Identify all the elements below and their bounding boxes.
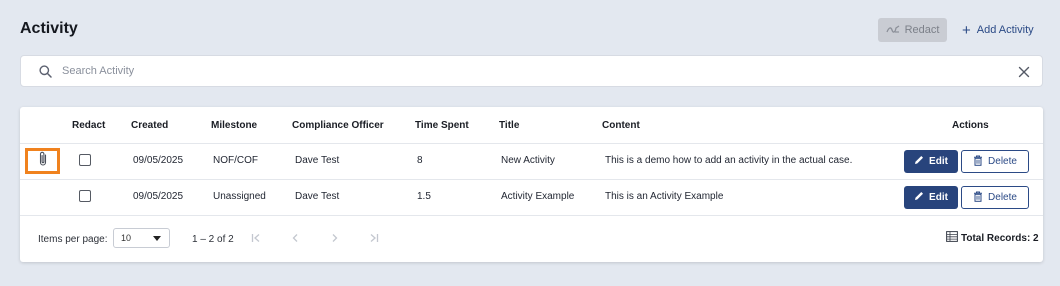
total-records: Total Records: 2 — [946, 231, 1039, 245]
pencil-icon — [914, 191, 924, 204]
page-title: Activity — [20, 20, 78, 37]
title-cell: Activity Example — [501, 191, 575, 202]
add-activity-button[interactable]: + Add Activity — [962, 18, 1034, 42]
items-per-page-value: 10 — [121, 233, 132, 243]
close-icon[interactable] — [1018, 65, 1030, 78]
content-cell: This is an Activity Example — [605, 191, 724, 202]
time-spent-cell: 1.5 — [417, 191, 431, 202]
add-activity-label: Add Activity — [976, 24, 1034, 36]
edit-label: Edit — [929, 156, 948, 167]
page-range: 1 – 2 of 2 — [192, 234, 234, 245]
milestone-cell: NOF/COF — [213, 155, 258, 166]
table-row: 09/05/2025 Unassigned Dave Test 1.5 Acti… — [20, 179, 1043, 215]
last-page-icon[interactable] — [367, 231, 381, 245]
redact-checkbox[interactable] — [79, 154, 91, 166]
total-records-label: Total Records: 2 — [961, 232, 1039, 244]
milestone-cell: Unassigned — [213, 191, 266, 202]
content-cell: This is a demo how to add an activity in… — [605, 155, 853, 166]
redact-button-label: Redact — [904, 24, 940, 36]
edit-button[interactable]: Edit — [904, 150, 958, 173]
delete-button[interactable]: Delete — [961, 150, 1029, 173]
attachment-button[interactable] — [25, 148, 60, 174]
column-header-redact: Redact — [72, 120, 106, 131]
items-per-page-select[interactable]: 10 — [113, 228, 170, 248]
edit-label: Edit — [929, 192, 948, 203]
time-spent-cell: 8 — [417, 155, 423, 166]
first-page-icon[interactable] — [249, 231, 263, 245]
items-per-page-label: Items per page: — [38, 234, 108, 245]
table-row: 09/05/2025 NOF/COF Dave Test 8 New Activ… — [20, 143, 1043, 179]
paperclip-icon — [38, 151, 48, 172]
redact-icon — [885, 24, 900, 37]
caret-down-icon — [153, 235, 161, 241]
next-page-icon[interactable] — [328, 231, 342, 245]
edit-button[interactable]: Edit — [904, 186, 958, 209]
pencil-icon — [914, 155, 924, 168]
delete-label: Delete — [988, 156, 1017, 167]
previous-page-icon[interactable] — [288, 231, 302, 245]
title-cell: New Activity — [501, 155, 555, 166]
column-header-milestone: Milestone — [211, 120, 258, 131]
compliance-officer-cell: Dave Test — [295, 155, 340, 166]
column-header-compliance-officer: Compliance Officer — [292, 120, 384, 131]
search-bar — [20, 55, 1043, 87]
search-icon — [39, 64, 53, 78]
delete-button[interactable]: Delete — [961, 186, 1029, 209]
created-cell: 09/05/2025 — [133, 191, 184, 202]
delete-label: Delete — [988, 192, 1017, 203]
trash-icon — [973, 191, 983, 205]
created-cell: 09/05/2025 — [133, 155, 184, 166]
column-header-content: Content — [602, 120, 640, 131]
trash-icon — [973, 155, 983, 169]
divider — [20, 215, 1043, 216]
table-icon — [946, 231, 958, 245]
activity-table: Redact Created Milestone Compliance Offi… — [20, 107, 1043, 262]
column-header-time-spent: Time Spent — [415, 120, 469, 131]
redact-button[interactable]: Redact — [878, 18, 947, 42]
column-header-actions: Actions — [952, 120, 989, 131]
search-input[interactable] — [62, 65, 962, 77]
plus-icon: + — [962, 21, 971, 39]
compliance-officer-cell: Dave Test — [295, 191, 340, 202]
redact-checkbox[interactable] — [79, 190, 91, 202]
column-header-title: Title — [499, 120, 520, 131]
column-header-created: Created — [131, 120, 169, 131]
